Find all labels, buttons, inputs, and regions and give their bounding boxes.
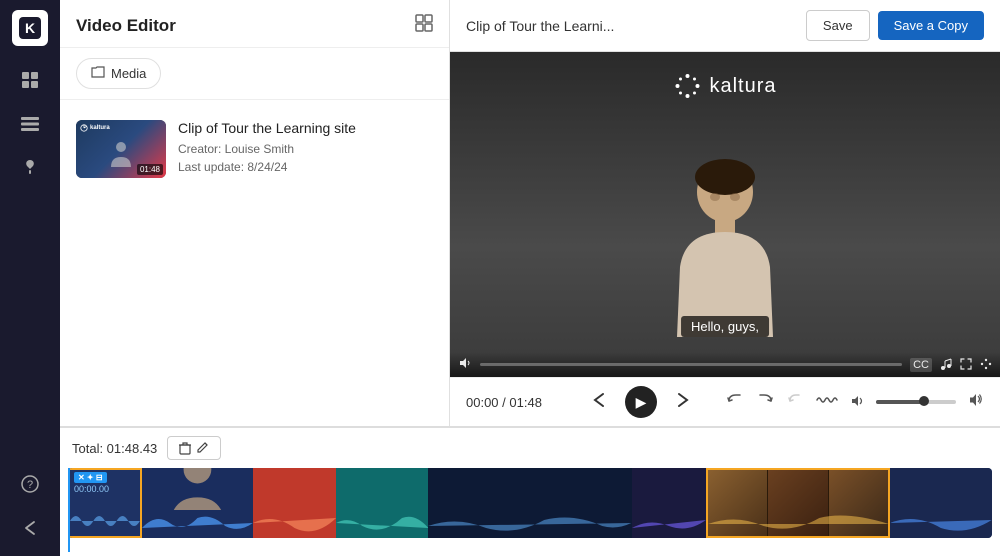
redo-icon[interactable] xyxy=(756,391,774,414)
thumb-duration: 01:48 xyxy=(137,164,163,175)
clip-segment-7[interactable] xyxy=(890,468,992,538)
waveform-svg xyxy=(70,506,140,536)
main-content: Video Editor Media xyxy=(60,0,1000,556)
timeline-track-area[interactable]: ✕ ✦ ⊟ 00:00.00 xyxy=(68,468,992,552)
time-current: 00:00 xyxy=(466,395,499,410)
sidebar-item-clips[interactable] xyxy=(12,106,48,142)
edit-controls xyxy=(726,391,984,414)
panel-header: Video Editor xyxy=(60,0,449,48)
sidebar-item-help[interactable]: ? xyxy=(12,466,48,502)
subtitle-text: Hello, guys, xyxy=(681,316,769,337)
clip-segment-2[interactable] xyxy=(253,468,336,538)
media-info: Clip of Tour the Learning site Creator: … xyxy=(178,120,433,176)
volume-icon[interactable] xyxy=(458,356,472,373)
sidebar-item-back[interactable] xyxy=(12,510,48,546)
volume-slider[interactable] xyxy=(876,400,956,404)
waveform-icon[interactable] xyxy=(816,392,838,413)
kaltura-player-icon[interactable] xyxy=(980,357,992,373)
media-last-update: Last update: 8/24/24 xyxy=(178,158,433,176)
sidebar-item-quiz[interactable] xyxy=(12,150,48,186)
music-icon[interactable] xyxy=(940,357,952,373)
clip-segment-1[interactable] xyxy=(142,468,253,538)
app-logo[interactable]: K xyxy=(12,10,48,46)
save-copy-button[interactable]: Save a Copy xyxy=(878,11,984,40)
video-header: Clip of Tour the Learni... Save Save a C… xyxy=(450,0,1000,52)
expand-icon[interactable] xyxy=(415,14,433,37)
timeline-header: Total: 01:48.43 xyxy=(60,428,1000,468)
cc-icon[interactable]: CC xyxy=(910,358,932,372)
video-header-buttons: Save Save a Copy xyxy=(806,10,984,41)
video-frame: kaltura xyxy=(450,52,1000,377)
media-item[interactable]: kaltura 01:48 xyxy=(76,112,433,186)
player-right-icons: CC xyxy=(910,357,992,373)
fullscreen-icon[interactable] xyxy=(960,357,972,373)
clip-segment-3[interactable] xyxy=(336,468,428,538)
playback-row: 00:00 / 01:48 ▶ xyxy=(450,377,1000,426)
clip-label: ✕ ✦ ⊟ xyxy=(74,472,107,483)
seek-forward-button[interactable] xyxy=(673,390,693,415)
time-total: 01:48 xyxy=(509,395,542,410)
save-button[interactable]: Save xyxy=(806,10,870,41)
video-title: Clip of Tour the Learni... xyxy=(466,18,614,34)
kaltura-logo: kaltura xyxy=(673,72,776,100)
clip-segment-6-selected[interactable] xyxy=(706,468,891,538)
media-creator: Creator: Louise Smith xyxy=(178,140,433,158)
person-silhouette xyxy=(625,137,825,337)
left-panel: Video Editor Media xyxy=(60,0,450,426)
timeline-tools[interactable] xyxy=(167,436,221,460)
timeline-total: Total: 01:48.43 xyxy=(72,441,157,456)
undo2-icon[interactable] xyxy=(786,391,804,414)
player-controls-overlay: CC xyxy=(450,352,1000,377)
tab-media[interactable]: Media xyxy=(76,58,161,89)
top-section: Video Editor Media xyxy=(60,0,1000,426)
timeline-section: Total: 01:48.43 ✕ ✦ ⊟ 00:00.00 xyxy=(60,426,1000,556)
volume-up-icon[interactable] xyxy=(850,392,864,413)
svg-text:K: K xyxy=(25,20,35,36)
kaltura-text: kaltura xyxy=(709,75,776,98)
panel-title: Video Editor xyxy=(76,16,176,36)
volume-max-icon[interactable] xyxy=(968,392,984,413)
media-folder-icon xyxy=(91,65,105,82)
playhead xyxy=(68,468,70,552)
edit-pencil-icon xyxy=(196,441,210,455)
seek-back-button[interactable] xyxy=(589,390,609,415)
video-panel: Clip of Tour the Learni... Save Save a C… xyxy=(450,0,1000,426)
panel-tabs: Media xyxy=(60,48,449,100)
time-display: 00:00 / 01:48 xyxy=(466,395,556,410)
sidebar-item-home[interactable] xyxy=(12,62,48,98)
clip-time: 00:00.00 xyxy=(74,484,109,494)
clip-segment-5[interactable] xyxy=(632,468,706,538)
media-name: Clip of Tour the Learning site xyxy=(178,120,433,136)
sidebar-bottom-section: ? xyxy=(12,466,48,546)
trash-icon xyxy=(178,441,192,455)
undo-icon[interactable] xyxy=(726,391,744,414)
clip-segment-selected[interactable]: ✕ ✦ ⊟ 00:00.00 xyxy=(68,468,142,538)
clip-segment-4[interactable] xyxy=(428,468,631,538)
media-thumbnail: kaltura 01:48 xyxy=(76,120,166,178)
tab-media-label: Media xyxy=(111,66,146,81)
playback-controls: ▶ xyxy=(568,386,714,418)
video-progress-bar[interactable] xyxy=(480,363,902,366)
svg-text:?: ? xyxy=(27,479,33,491)
play-button[interactable]: ▶ xyxy=(625,386,657,418)
clip-strip: ✕ ✦ ⊟ 00:00.00 xyxy=(68,468,992,538)
media-list: kaltura 01:48 xyxy=(60,100,449,198)
video-player[interactable]: kaltura xyxy=(450,52,1000,377)
sidebar: K ? xyxy=(0,0,60,556)
